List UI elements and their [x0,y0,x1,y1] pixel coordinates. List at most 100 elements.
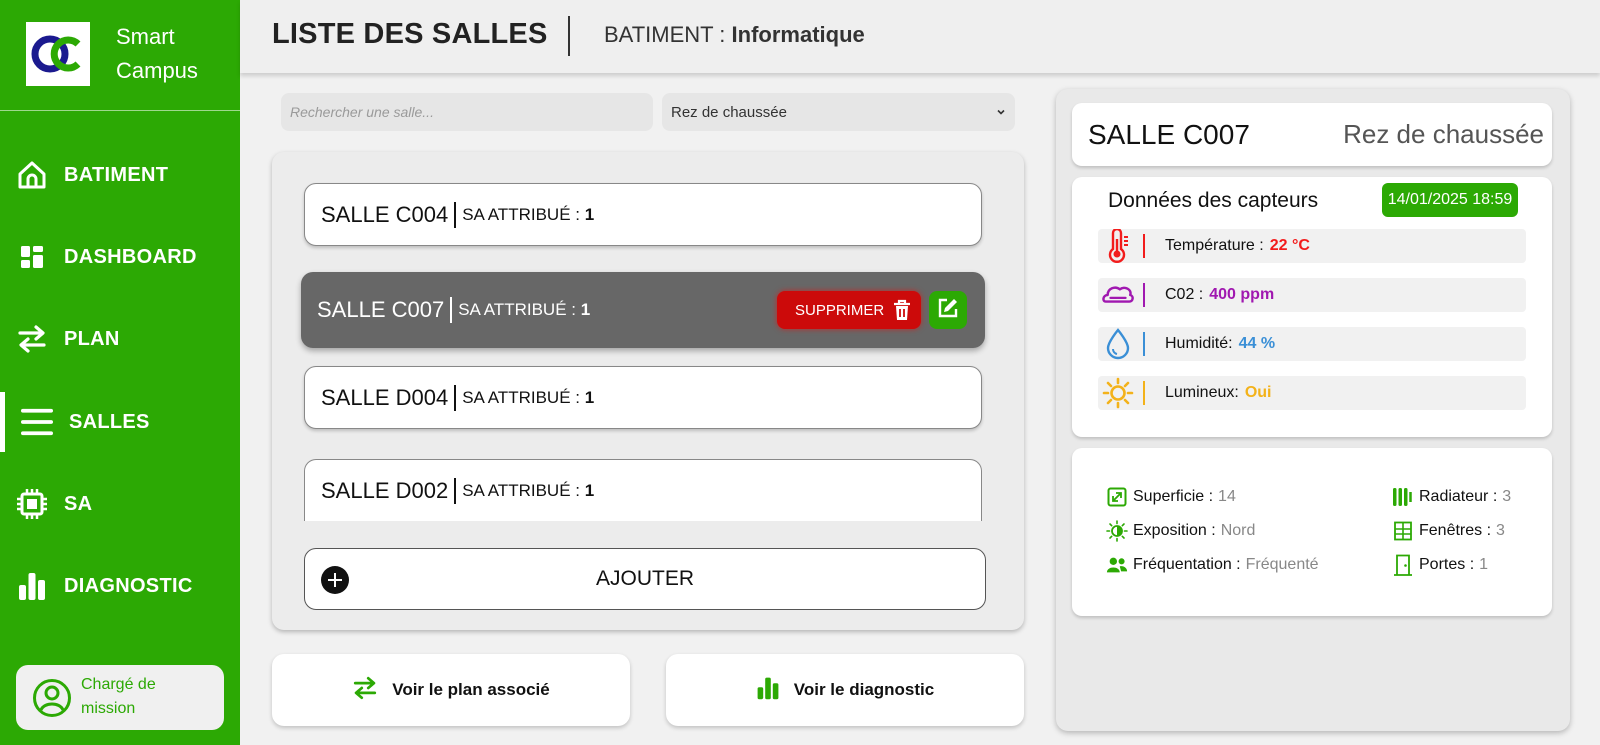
sidebar-item-label: SA [64,492,93,515]
home-icon [16,159,48,191]
room-sa-count: SA ATTRIBUÉ : 1 [462,481,594,501]
header-divider [568,16,570,56]
sidebar-item-dashboard[interactable]: DASHBOARD [0,227,240,287]
prop-portes: Portes : 1 [1392,553,1488,577]
sensor-text: Température : 22 °C [1165,237,1310,255]
search-input[interactable] [281,93,653,131]
edit-button[interactable] [929,291,967,329]
sa-label: SA ATTRIBUÉ : [462,480,585,500]
room-sa-count: SA ATTRIBUÉ : 1 [462,205,594,225]
sensor-divider [1143,234,1145,258]
sensor-divider [1143,381,1145,405]
sensor-humidity: Humidité: 44 % [1098,327,1526,361]
prop-label: Portes : [1419,556,1475,573]
sidebar-item-sa[interactable]: SA [0,474,240,534]
view-diagnostic-label: Voir le diagnostic [793,680,935,699]
user-role-line-1: Chargé de [81,676,156,693]
floor-select[interactable]: Rez de chaussée [662,93,1015,131]
row-divider [454,384,457,411]
user-role-line-2: mission [81,700,136,717]
prop-value: 14 [1218,488,1236,505]
view-diagnostic-button[interactable]: Voir le diagnostic [666,654,1024,726]
sidebar-item-batiment[interactable]: BATIMENT [0,145,240,205]
sidebar-item-diagnostic[interactable]: DIAGNOSTIC [0,556,240,616]
prop-radiateur: Radiateur : 3 [1392,485,1511,509]
room-name: SALLE C004 [321,201,449,227]
room-name: SALLE D004 [321,384,449,410]
sidebar-item-salles[interactable]: SALLES [0,392,240,452]
sa-label: SA ATTRIBUÉ : [458,300,581,319]
area-icon [1106,486,1128,508]
room-detail-title: SALLE C007 [1088,119,1250,150]
sensor-value: 22 °C [1269,237,1310,254]
sensor-label: Température : [1165,237,1264,254]
room-list-panel: SALLE C004 SA ATTRIBUÉ : 1 SALLE C007 SA… [272,152,1024,630]
prop-frequentation: Fréquentation : Fréquenté [1106,553,1319,577]
building-name: Informatique [731,22,865,47]
user-circle-icon [32,678,72,722]
add-room-button[interactable]: AJOUTER [304,548,986,610]
sensor-value: Oui [1244,384,1272,401]
page-title: LISTE DES SALLES [272,18,548,50]
swap-arrows-icon [352,675,378,706]
sensor-divider [1143,332,1145,356]
view-plan-label: Voir le plan associé [392,680,550,699]
swap-arrows-icon [16,323,48,355]
radiator-icon [1392,486,1414,508]
prop-value: Nord [1220,522,1256,539]
sidebar-divider [0,110,240,111]
user-profile-card[interactable]: Chargé de mission [16,665,224,730]
room-row[interactable]: SALLE D004 SA ATTRIBUÉ : 1 [304,366,982,429]
room-name: SALLE D002 [321,477,449,503]
sensor-text: Lumineux: Oui [1165,384,1272,402]
brand-line-2: Campus [116,58,198,83]
room-properties-card: Superficie : 14 Exposition : Nord Fréque… [1072,448,1552,616]
sensor-label: Lumineux: [1165,384,1239,401]
users-icon [1106,554,1128,576]
sensor-text: C02 : 400 ppm [1165,286,1274,304]
user-role: Chargé de mission [81,673,156,721]
room-sa-count: SA ATTRIBUÉ : 1 [458,300,590,320]
prop-value: 3 [1496,522,1505,539]
sensor-temperature: Température : 22 °C [1098,229,1526,263]
room-detail-header: SALLE C007 Rez de chaussée [1072,103,1552,166]
building-indicator: BATIMENT : Informatique [604,22,865,48]
sensor-luminosity: Lumineux: Oui [1098,376,1526,410]
room-detail-panel: SALLE C007 Rez de chaussée Données des c… [1056,89,1570,731]
row-divider [454,201,457,228]
sa-value: 1 [584,204,595,224]
room-row[interactable]: SALLE C004 SA ATTRIBUÉ : 1 [304,183,982,246]
delete-button[interactable]: SUPPRIMER [777,291,921,329]
prop-label: Superficie : [1133,488,1214,505]
sidebar-item-label: DASHBOARD [64,245,197,268]
sa-value: 1 [580,300,591,319]
prop-label: Fenêtres : [1419,522,1492,539]
room-row[interactable]: SALLE D002 SA ATTRIBUÉ : 1 [304,459,982,521]
sidebar-item-label: PLAN [64,327,120,350]
sa-value: 1 [584,480,595,500]
sensor-text: Humidité: 44 % [1165,335,1275,353]
view-plan-button[interactable]: Voir le plan associé [272,654,630,726]
cloud-icon [1102,279,1134,311]
prop-exposition: Exposition : Nord [1106,519,1255,543]
sun-half-icon [1106,520,1128,542]
delete-label: SUPPRIMER [795,301,885,319]
room-row-selected[interactable]: SALLE C007 SA ATTRIBUÉ : 1 SUPPRIMER [301,272,985,348]
sensor-co2: C02 : 400 ppm [1098,278,1526,312]
add-label: AJOUTER [595,567,694,590]
sensor-divider [1143,283,1145,307]
prop-label: Radiateur : [1419,488,1498,505]
prop-label: Exposition : [1133,522,1216,539]
logo [26,22,90,86]
room-name: SALLE C007 [317,297,445,322]
sun-icon [1102,377,1134,409]
sensor-label: Humidité: [1165,335,1233,352]
room-detail-floor: Rez de chaussée [1343,119,1544,149]
edit-icon [937,297,959,324]
prop-superficie: Superficie : 14 [1106,485,1236,509]
prop-value: 1 [1479,556,1489,573]
sa-label: SA ATTRIBUÉ : [462,387,585,407]
sidebar-item-plan[interactable]: PLAN [0,309,240,369]
sidebar-item-label: DIAGNOSTIC [64,574,193,597]
brand-line-1: Smart [116,24,175,49]
